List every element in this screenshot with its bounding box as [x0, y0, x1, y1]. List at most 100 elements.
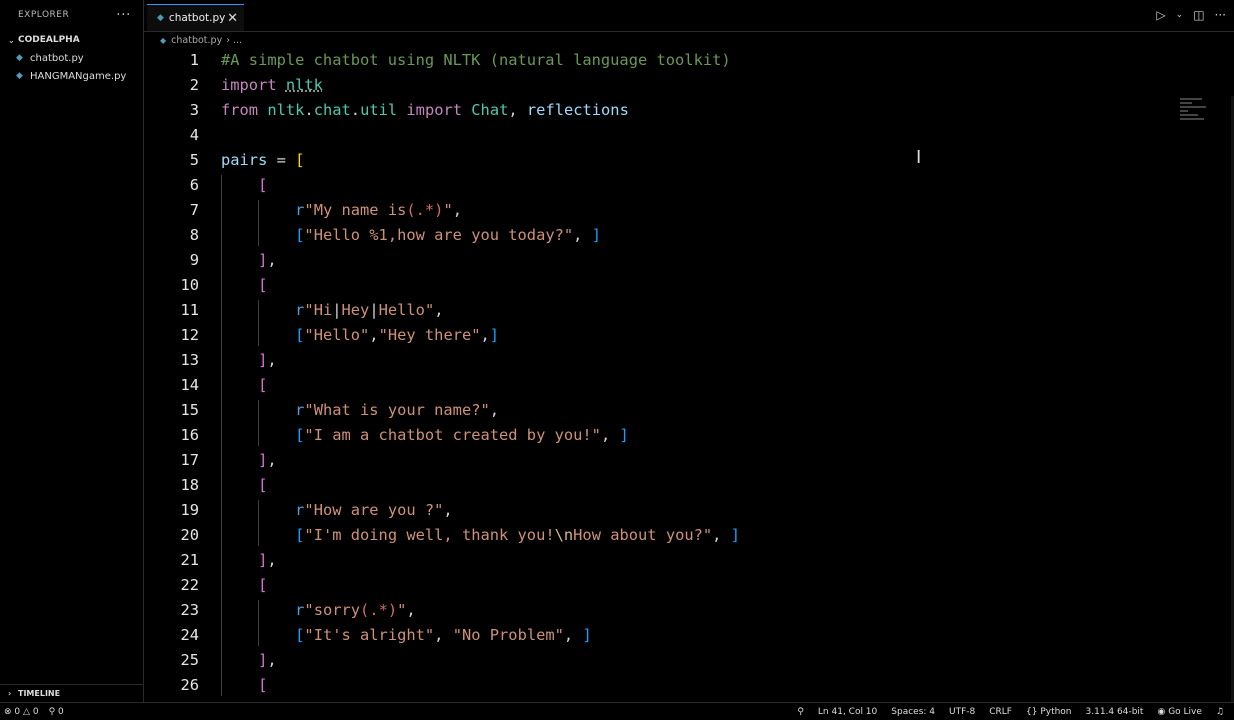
- line-number: 6: [189, 176, 199, 194]
- line-number: 4: [189, 126, 199, 144]
- code-token: |: [369, 301, 379, 319]
- code-token: [: [295, 151, 305, 169]
- notifications-bell-icon[interactable]: ♫: [1216, 707, 1224, 717]
- code-token: (.*): [360, 601, 398, 619]
- tab-chatbot[interactable]: ◆ chatbot.py ✕: [147, 4, 244, 31]
- line-number: 10: [180, 276, 199, 294]
- code-token: ]: [619, 426, 629, 444]
- folder-label: CODEALPHA: [18, 35, 80, 45]
- line-number: 8: [189, 226, 199, 244]
- code-token: (.*): [406, 201, 444, 219]
- file-item-chatbot[interactable]: ◆ chatbot.py: [0, 49, 143, 67]
- code-token: ]: [582, 626, 592, 644]
- code-token: ]: [591, 226, 601, 244]
- code-token: ]: [258, 651, 268, 669]
- breadcrumb-rest[interactable]: › ...: [226, 35, 242, 46]
- chevron-down-icon[interactable]: ⌄: [1176, 10, 1184, 20]
- code-text: ["I am a chatbot created by you!", ]: [221, 423, 629, 448]
- run-icon[interactable]: ▷: [1156, 8, 1165, 22]
- code-token: ,: [267, 651, 277, 669]
- code-token: .: [350, 101, 361, 119]
- python-file-icon: ◆: [160, 35, 167, 45]
- go-live-button[interactable]: ◉ Go Live: [1157, 707, 1201, 717]
- line-number: 16: [180, 426, 199, 444]
- timeline-label: TIMELINE: [18, 689, 61, 698]
- code-text: r"What is your name?",: [221, 398, 499, 423]
- indentation[interactable]: Spaces: 4: [891, 707, 935, 717]
- code-token: import: [221, 76, 286, 94]
- minimap[interactable]: [1180, 98, 1210, 142]
- zoom-icon[interactable]: ⚲: [797, 707, 804, 717]
- code-token: |: [332, 301, 342, 319]
- code-token: .: [304, 101, 314, 119]
- language-mode[interactable]: {} Python: [1026, 707, 1072, 717]
- code-editor[interactable]: 1 #A simple chatbot using NLTK (natural l…: [144, 48, 1234, 702]
- code-text: r"My name is(.*)",: [221, 198, 462, 223]
- line-number: 18: [180, 476, 199, 494]
- code-token: ,: [267, 451, 277, 469]
- line-number: 19: [180, 501, 199, 519]
- code-token: "What is your name?": [304, 401, 490, 419]
- breadcrumb-file[interactable]: chatbot.py: [171, 35, 222, 46]
- code-token: ,: [369, 326, 379, 344]
- code-token: ]: [489, 326, 500, 344]
- code-token: ,: [712, 526, 731, 544]
- code-text: [: [221, 473, 267, 498]
- line-number: 3: [189, 101, 199, 119]
- code-token: ,: [434, 626, 453, 644]
- language-label: Python: [1040, 706, 1072, 717]
- go-live-label: Go Live: [1168, 706, 1202, 717]
- timeline-section[interactable]: › TIMELINE: [0, 684, 143, 702]
- code-token: [: [258, 476, 268, 494]
- code-text: ["Hello","Hey there",]: [221, 323, 499, 348]
- code-text: ["I'm doing well, thank you!\nHow about …: [221, 523, 740, 548]
- code-token: Hello": [378, 301, 435, 319]
- ports-indicator[interactable]: ⚲ 0: [49, 707, 64, 717]
- code-text: import nltk: [221, 73, 323, 98]
- folder-codealpha[interactable]: ⌄ CODEALPHA: [0, 31, 143, 49]
- indent-guide: [258, 300, 260, 346]
- line-number: 15: [180, 401, 199, 419]
- indent-guide: [258, 500, 260, 546]
- close-icon[interactable]: ✕: [227, 11, 238, 26]
- line-ending[interactable]: CRLF: [989, 707, 1012, 717]
- code-token: "sorry: [304, 601, 361, 619]
- file-item-hangman[interactable]: ◆ HANGMANgame.py: [0, 67, 143, 85]
- indent-guide: [258, 200, 260, 246]
- error-icon: ⊗: [4, 706, 12, 717]
- line-number: 7: [189, 201, 199, 219]
- ellipsis-icon[interactable]: ···: [1215, 8, 1226, 22]
- line-number: 23: [180, 601, 199, 619]
- ellipsis-icon[interactable]: ···: [116, 7, 131, 23]
- code-token: ,: [267, 551, 277, 569]
- code-token: "Hello %1,how are you today?": [304, 226, 574, 244]
- editor-toolbar: ▷ ⌄ ◫ ···: [1156, 8, 1226, 22]
- cursor-position[interactable]: Ln 41, Col 10: [818, 707, 877, 717]
- code-text: [: [221, 373, 267, 398]
- indent-guide: [258, 600, 260, 646]
- code-token: ]: [258, 251, 268, 269]
- code-text: ["It's alright", "No Problem", ]: [221, 623, 592, 648]
- split-editor-icon[interactable]: ◫: [1193, 8, 1204, 22]
- encoding[interactable]: UTF-8: [949, 707, 975, 717]
- explorer-title: EXPLORER: [18, 10, 70, 20]
- status-bar: ⊗ 0 △ 0 ⚲ 0 ⚲ Ln 41, Col 10 Spaces: 4 UT…: [0, 702, 1234, 720]
- line-number: 24: [180, 626, 199, 644]
- code-text: [: [221, 273, 267, 298]
- python-interpreter[interactable]: 3.11.4 64-bit: [1086, 707, 1144, 717]
- line-number: 14: [180, 376, 199, 394]
- problems-indicator[interactable]: ⊗ 0 △ 0: [4, 707, 39, 717]
- code-token: [: [258, 676, 268, 694]
- code-text: r"Hi|Hey|Hello",: [221, 298, 443, 323]
- code-token: ,: [508, 101, 527, 119]
- code-text: ],: [221, 248, 277, 273]
- line-number: 1: [189, 51, 199, 69]
- code-token: "I'm doing well, thank you!: [304, 526, 555, 544]
- code-token: ,: [452, 201, 462, 219]
